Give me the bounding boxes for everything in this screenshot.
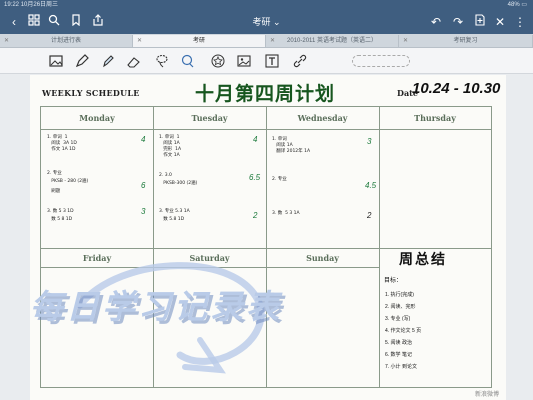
wednesday-note-line: 2. 专业 (272, 177, 287, 182)
eraser-icon[interactable] (126, 53, 142, 69)
day-header-thursday: Thursday (414, 113, 456, 123)
day-header-monday: Monday (79, 113, 115, 123)
tuesday-note-line: 数 5.8 1D (159, 217, 185, 222)
monday-score: 3 (141, 207, 146, 216)
tuesday-note-line: PKSB-300 (2遍) (159, 181, 198, 186)
watermark: 新浪微博 (474, 392, 499, 398)
weekly-summary-title: 周总结 (399, 251, 447, 267)
handwritten-title: 十月第四周计划 (195, 84, 336, 105)
date-value: 10.24 - 10.30 (412, 80, 501, 97)
close-icon[interactable]: ✕ (492, 14, 508, 30)
status-bar: 19:22 10月26日周三 48% ▭ (0, 0, 533, 10)
day-header-sunday: Sunday (306, 253, 339, 263)
monday-note-line: 2. 专业 (47, 171, 62, 176)
redo-icon[interactable]: ↷ (450, 14, 466, 30)
image-icon[interactable] (236, 53, 252, 69)
monday-score: 4 (141, 135, 146, 144)
star-icon[interactable] (210, 53, 226, 69)
undo-icon[interactable]: ↶ (428, 14, 444, 30)
shape-icon[interactable] (180, 53, 196, 69)
tab-english-exam[interactable]: ✕ 2010-2011 英语考试题（英语二） (266, 35, 399, 47)
weekly-schedule-label: WEEKLY SCHEDULE (42, 88, 140, 98)
battery-indicator: 48% ▭ (507, 2, 527, 8)
wednesday-score: 2 (367, 211, 372, 220)
drawing-toolbar (0, 48, 533, 74)
tab-plan[interactable]: ✕ 计划进行表 (0, 35, 133, 47)
pen-icon[interactable] (74, 53, 90, 69)
tab-review[interactable]: ✕ 考研复习 (399, 35, 533, 47)
monday-note-line: 3. 数 5 3 1D (47, 209, 74, 214)
monday-note-line: 刷题 (47, 189, 61, 194)
summary-item: 3. 专业 (写) (385, 316, 411, 322)
summary-item: 5. 阅读 政治 (385, 340, 412, 346)
wednesday-score: 3 (367, 137, 372, 146)
summary-heading: 目标： (384, 278, 403, 284)
wednesday-note-line: 3. 数 5 3 1A (272, 211, 300, 216)
close-tab-icon[interactable]: ✕ (403, 35, 408, 47)
tab-bar: ✕ 计划进行表 ✕ 考研 ✕ 2010-2011 英语考试题（英语二） ✕ 考研复习 (0, 34, 533, 48)
day-header-tuesday: Tuesday (191, 113, 228, 123)
text-icon[interactable] (264, 53, 280, 69)
select-image-icon[interactable] (48, 53, 64, 69)
monday-note-line: PKSB - 280 (2遍) (47, 179, 89, 184)
tab-kaoyan[interactable]: ✕ 考研 (133, 35, 266, 47)
grid-divider (379, 107, 380, 387)
tuesday-score: 6.5 (249, 173, 261, 182)
monday-note-line: 作文 1A 1D (47, 147, 76, 152)
summary-item: 2. 阅读、完形 (385, 304, 416, 310)
highlighter-icon[interactable] (100, 53, 116, 69)
monday-note-line: 数 5 8 1D (47, 217, 73, 222)
lasso-icon[interactable] (154, 53, 170, 69)
wednesday-note-line: 翻译 2012年 1A (272, 149, 311, 154)
overlay-text: 每日学习记录表 (30, 288, 282, 325)
status-time-date: 19:22 10月26日周三 (4, 2, 59, 8)
summary-item: 6. 数学 笔记 (385, 352, 412, 358)
tuesday-note-line: 3. 专业 5.3 1A (159, 209, 190, 214)
more-icon[interactable]: ⋮ (512, 14, 528, 30)
nav-bar: ‹ 考研 ⌄ ↶ ↷ ✕ ⋮ (0, 10, 533, 34)
summary-item: 7. 小计 到论文 (385, 364, 417, 370)
close-tab-icon[interactable]: ✕ (137, 35, 142, 47)
summary-item: 4. 作文论文 5 页 (385, 328, 422, 334)
link-icon[interactable] (292, 53, 308, 69)
tuesday-score: 2 (253, 211, 258, 220)
tuesday-note-line: 2. 3.0 (159, 173, 172, 178)
day-header-wednesday: Wednesday (297, 113, 348, 123)
wednesday-score: 4.5 (365, 181, 377, 190)
tuesday-score: 4 (253, 135, 258, 144)
close-tab-icon[interactable]: ✕ (270, 35, 275, 47)
grid-divider (41, 129, 491, 130)
add-page-icon[interactable] (472, 14, 488, 30)
pen-stroke-preview[interactable] (352, 55, 410, 67)
close-tab-icon[interactable]: ✕ (4, 35, 9, 47)
summary-item: 1. 执行(完成) (385, 292, 414, 298)
tuesday-note-line: 作文 1A (159, 153, 180, 158)
monday-score: 6 (141, 181, 146, 190)
